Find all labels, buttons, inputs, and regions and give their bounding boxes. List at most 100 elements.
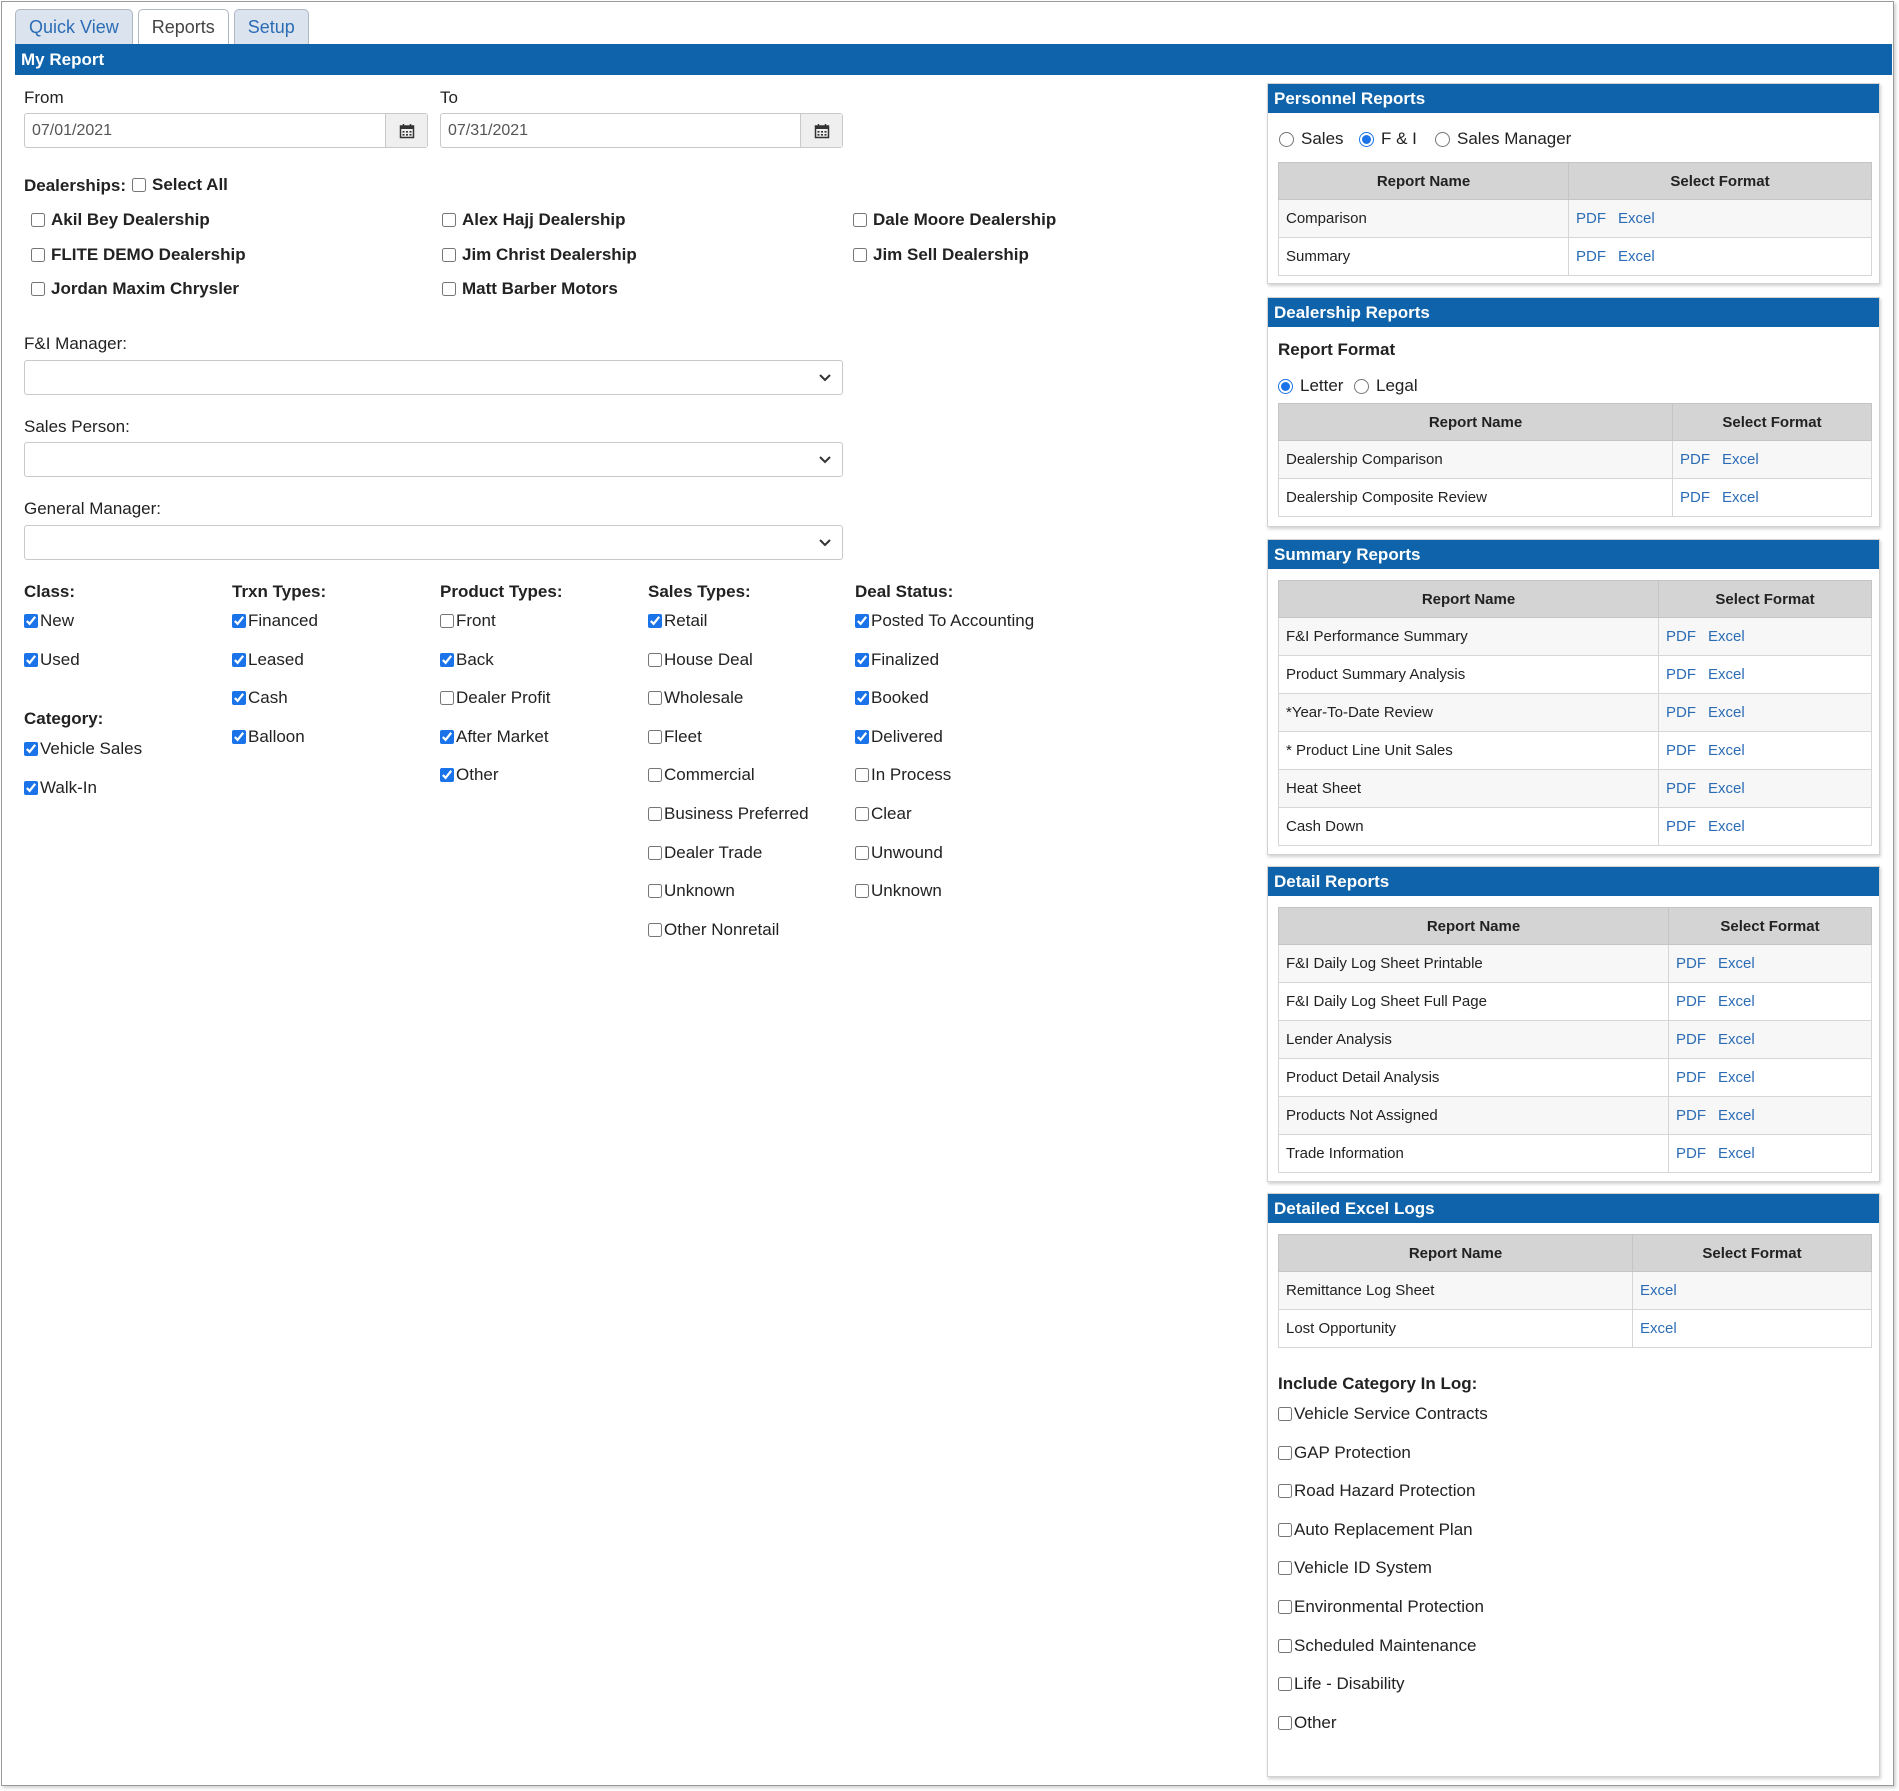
sales-types-checkbox[interactable]: Retail	[648, 611, 707, 631]
product-types-checkbox[interactable]: Back	[440, 650, 494, 670]
select-all-checkbox[interactable]: Select All	[132, 175, 228, 195]
sales-types-checkbox[interactable]: Other Nonretail	[648, 920, 779, 940]
pdf-link[interactable]: PDF	[1666, 742, 1696, 759]
product-types-checkbox[interactable]: Other	[440, 765, 499, 785]
dealership-checkbox[interactable]: Dale Moore Dealership	[853, 210, 1056, 230]
excel-link[interactable]: Excel	[1708, 628, 1745, 645]
radio-fi[interactable]: F & I	[1359, 129, 1417, 149]
radio-letter[interactable]: Letter	[1278, 376, 1343, 396]
dealership-checkbox[interactable]: Jim Sell Dealership	[853, 245, 1029, 265]
calendar-icon[interactable]	[800, 114, 842, 147]
format-cell: PDF Excel	[1668, 1058, 1872, 1097]
pdf-link[interactable]: PDF	[1576, 248, 1606, 265]
dealership-checkbox[interactable]: Jim Christ Dealership	[442, 245, 637, 265]
excel-link[interactable]: Excel	[1708, 780, 1745, 797]
sales-types-checkbox[interactable]: Fleet	[648, 727, 702, 747]
pdf-link[interactable]: PDF	[1666, 704, 1696, 721]
excel-link[interactable]: Excel	[1718, 1107, 1755, 1124]
log-category-checkbox[interactable]: Auto Replacement Plan	[1278, 1520, 1473, 1540]
pdf-link[interactable]: PDF	[1676, 993, 1706, 1010]
sales-types-checkbox[interactable]: Unknown	[648, 881, 735, 901]
pdf-link[interactable]: PDF	[1666, 780, 1696, 797]
excel-link[interactable]: Excel	[1708, 742, 1745, 759]
column-header-select-format: Select Format	[1632, 1234, 1872, 1272]
deal-status-checkbox[interactable]: Finalized	[855, 650, 939, 670]
trxn-types-checkbox[interactable]: Balloon	[232, 727, 305, 747]
trxn-types-checkbox[interactable]: Leased	[232, 650, 304, 670]
sales-types-checkbox[interactable]: Commercial	[648, 765, 755, 785]
log-category-checkbox[interactable]: Road Hazard Protection	[1278, 1481, 1475, 1501]
pdf-link[interactable]: PDF	[1676, 955, 1706, 972]
excel-link[interactable]: Excel	[1640, 1282, 1677, 1299]
dealership-checkbox[interactable]: FLITE DEMO Dealership	[31, 245, 246, 265]
log-category-checkbox[interactable]: Environmental Protection	[1278, 1597, 1484, 1617]
deal-status-checkbox[interactable]: Unknown	[855, 881, 942, 901]
deal-status-checkbox[interactable]: Unwound	[855, 843, 943, 863]
excel-link[interactable]: Excel	[1618, 248, 1655, 265]
excel-link[interactable]: Excel	[1718, 955, 1755, 972]
sales-person-select[interactable]	[24, 442, 843, 477]
log-category-checkbox[interactable]: Other	[1278, 1713, 1337, 1733]
sales-types-checkbox[interactable]: House Deal	[648, 650, 753, 670]
deal-status-checkbox[interactable]: Posted To Accounting	[855, 611, 1034, 631]
trxn-types-checkbox[interactable]: Financed	[232, 611, 318, 631]
deal-status-checkbox[interactable]: Booked	[855, 688, 929, 708]
log-category-checkbox[interactable]: GAP Protection	[1278, 1443, 1411, 1463]
from-date-input[interactable]	[25, 114, 385, 147]
category-checkbox[interactable]: Walk-In	[24, 778, 97, 798]
pdf-link[interactable]: PDF	[1676, 1031, 1706, 1048]
pdf-link[interactable]: PDF	[1666, 628, 1696, 645]
deal-status-checkbox[interactable]: Clear	[855, 804, 912, 824]
radio-sales[interactable]: Sales	[1279, 129, 1344, 149]
tab-setup[interactable]: Setup	[233, 9, 309, 44]
tab-quick-view[interactable]: Quick View	[15, 9, 133, 44]
radio-legal[interactable]: Legal	[1354, 376, 1418, 396]
excel-link[interactable]: Excel	[1708, 666, 1745, 683]
log-category-checkbox[interactable]: Vehicle Service Contracts	[1278, 1404, 1488, 1424]
pdf-link[interactable]: PDF	[1680, 451, 1710, 468]
excel-link[interactable]: Excel	[1708, 704, 1745, 721]
pdf-link[interactable]: PDF	[1666, 818, 1696, 835]
product-types-checkbox[interactable]: After Market	[440, 727, 549, 747]
excel-link[interactable]: Excel	[1722, 451, 1759, 468]
pdf-link[interactable]: PDF	[1680, 489, 1710, 506]
calendar-icon[interactable]	[385, 114, 427, 147]
class-checkbox[interactable]: New	[24, 611, 74, 631]
product-types-checkbox[interactable]: Front	[440, 611, 496, 631]
excel-link[interactable]: Excel	[1718, 1145, 1755, 1162]
excel-link[interactable]: Excel	[1718, 993, 1755, 1010]
excel-link[interactable]: Excel	[1618, 210, 1655, 227]
dealership-checkbox[interactable]: Jordan Maxim Chrysler	[31, 279, 239, 299]
pdf-link[interactable]: PDF	[1576, 210, 1606, 227]
pdf-link[interactable]: PDF	[1676, 1069, 1706, 1086]
log-category-checkbox[interactable]: Vehicle ID System	[1278, 1558, 1432, 1578]
log-category-checkbox[interactable]: Scheduled Maintenance	[1278, 1636, 1476, 1656]
excel-link[interactable]: Excel	[1708, 818, 1745, 835]
dealership-checkbox[interactable]: Alex Hajj Dealership	[442, 210, 625, 230]
excel-link[interactable]: Excel	[1718, 1031, 1755, 1048]
dealership-checkbox[interactable]: Matt Barber Motors	[442, 279, 618, 299]
radio-sales-manager[interactable]: Sales Manager	[1435, 129, 1571, 149]
trxn-types-checkbox[interactable]: Cash	[232, 688, 288, 708]
deal-status-checkbox[interactable]: Delivered	[855, 727, 943, 747]
product-types-checkbox[interactable]: Dealer Profit	[440, 688, 550, 708]
deal-status-checkbox[interactable]: In Process	[855, 765, 951, 785]
pdf-link[interactable]: PDF	[1676, 1145, 1706, 1162]
to-date-input[interactable]	[441, 114, 800, 147]
pdf-link[interactable]: PDF	[1676, 1107, 1706, 1124]
class-checkbox[interactable]: Used	[24, 650, 80, 670]
sales-types-checkbox[interactable]: Wholesale	[648, 688, 743, 708]
excel-link[interactable]: Excel	[1722, 489, 1759, 506]
tab-reports[interactable]: Reports	[137, 9, 229, 45]
excel-link[interactable]: Excel	[1640, 1320, 1677, 1337]
excel-link[interactable]: Excel	[1718, 1069, 1755, 1086]
pdf-link[interactable]: PDF	[1666, 666, 1696, 683]
fi-manager-select[interactable]	[24, 360, 843, 395]
sales-types-checkbox[interactable]: Business Preferred	[648, 804, 809, 824]
sales-types-checkbox[interactable]: Dealer Trade	[648, 843, 762, 863]
log-category-checkbox[interactable]: Life - Disability	[1278, 1674, 1405, 1694]
general-manager-select[interactable]	[24, 525, 843, 560]
category-checkbox[interactable]: Vehicle Sales	[24, 739, 142, 759]
format-cell: PDF Excel	[1668, 1096, 1872, 1135]
dealership-checkbox[interactable]: Akil Bey Dealership	[31, 210, 210, 230]
